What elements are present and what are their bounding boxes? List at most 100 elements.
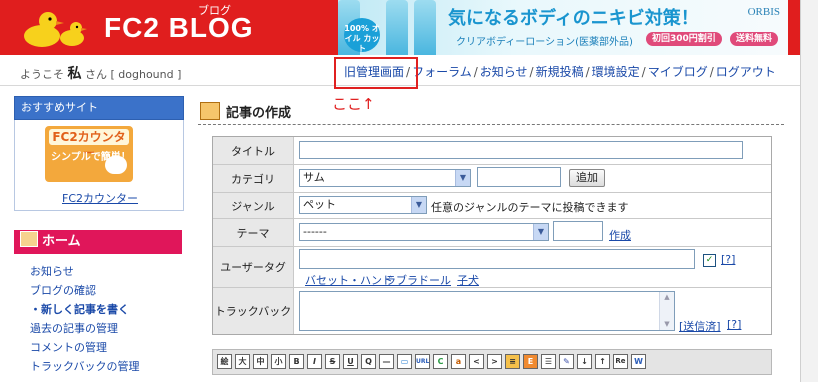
house-icon: [200, 102, 220, 120]
nav-logout[interactable]: ログアウト: [716, 65, 776, 79]
tag-suggestion[interactable]: ラブラドール: [385, 272, 451, 288]
site-header: ブログ FC2 BLOG 100% オイル カット 気になるボディのニキビ対策！…: [0, 0, 800, 55]
home-icon: [20, 231, 38, 247]
usertag-help-link[interactable]: [?]: [721, 253, 735, 266]
strike-icon[interactable]: S: [325, 354, 340, 369]
counter-banner[interactable]: FC2カウンター シンプルで簡単！: [45, 126, 133, 182]
bottle-image: [414, 0, 436, 55]
theme-row: テーマ ------ ▼ 作成: [213, 219, 771, 247]
user-id: [ doghound ]: [110, 68, 182, 81]
title-divider: [198, 124, 784, 125]
edit-icon[interactable]: ✎: [559, 354, 574, 369]
welcome-prefix: ようこそ: [20, 68, 64, 81]
chevron-down-icon: ▼: [411, 197, 426, 213]
align-left-icon[interactable]: <: [469, 354, 484, 369]
genre-note: 任意のジャンルのテーマに投稿できます: [431, 201, 629, 214]
home-title: ホーム: [42, 234, 81, 249]
trackback-label: トラックバック: [213, 288, 294, 334]
category-row: カテゴリ サム ▼ 追加: [213, 165, 771, 193]
theme-input[interactable]: [553, 221, 603, 241]
welcome-message: ようこそ 私 さん [ doghound ]: [20, 63, 181, 83]
font-medium-icon[interactable]: 中: [253, 354, 268, 369]
sidebar-menu: お知らせ ブログの確認 ・新しく記事を書く 過去の記事の管理 コメントの管理 ト…: [30, 262, 139, 376]
sheep-icon: [105, 156, 127, 174]
new-category-input[interactable]: [477, 167, 561, 187]
nav-forum[interactable]: フォーラム: [412, 65, 472, 79]
tag-suggestion[interactable]: バセット・ハンド: [305, 272, 393, 288]
ad-badge: 100% オイル カット: [344, 18, 380, 53]
counter-link[interactable]: FC2カウンター: [62, 190, 138, 206]
ad-brand: ORBIS: [747, 6, 780, 18]
counter-banner-title: FC2カウンター: [49, 129, 129, 160]
chevron-down-icon: ▼: [533, 224, 548, 240]
title-row: タイトル: [213, 137, 771, 165]
sidebar-item-past-articles[interactable]: 過去の記事の管理: [30, 319, 139, 338]
amazon-icon[interactable]: a: [451, 354, 466, 369]
editor-toolbar: 絵 大 中 小 B I S U Q — ▭ URL C a < > ≡ E ☰ …: [212, 349, 772, 375]
category-select[interactable]: サム ▼: [299, 169, 471, 187]
trackback-help-link[interactable]: [?]: [727, 318, 741, 331]
recommend-header: おすすめサイト: [14, 96, 184, 120]
bold-icon[interactable]: B: [289, 354, 304, 369]
usertag-label: ユーザータグ: [213, 247, 294, 287]
site-logo[interactable]: FC2 BLOG: [104, 12, 254, 44]
scrollbar[interactable]: ▲ ▼: [659, 292, 674, 330]
title-input[interactable]: [299, 141, 743, 159]
scroll-up-icon[interactable]: ▲: [662, 293, 672, 302]
trackback-textarea[interactable]: ▲ ▼: [299, 291, 675, 331]
emoji-icon[interactable]: 絵: [217, 354, 232, 369]
title-label: タイトル: [213, 137, 294, 164]
italic-icon[interactable]: I: [307, 354, 322, 369]
category-label: カテゴリ: [213, 165, 294, 192]
font-large-icon[interactable]: 大: [235, 354, 250, 369]
tag-suggestion[interactable]: 子犬: [457, 272, 479, 288]
usertag-row: ユーザータグ ✓ [?] バセット・ハンド ラブラドール 子犬: [213, 247, 771, 288]
horizontal-rule-icon[interactable]: —: [379, 354, 394, 369]
sidebar-item-trackbacks[interactable]: トラックバックの管理: [30, 357, 139, 376]
nav-settings[interactable]: 環境設定: [592, 65, 640, 79]
nav-news[interactable]: お知らせ: [480, 65, 528, 79]
genre-label: ジャンル: [213, 193, 294, 218]
reply-icon[interactable]: Re: [613, 354, 628, 369]
ad-banner[interactable]: 100% オイル カット 気になるボディのニキビ対策！ ORBIS クリアボディ…: [338, 0, 788, 55]
emoticon-e-icon[interactable]: E: [523, 354, 538, 369]
quote-icon[interactable]: Q: [361, 354, 376, 369]
underline-icon[interactable]: U: [343, 354, 358, 369]
wiki-icon[interactable]: W: [631, 354, 646, 369]
ad-pill: 初回300円割引: [646, 32, 722, 46]
url-icon[interactable]: URL: [415, 354, 430, 369]
genre-select[interactable]: ペット ▼: [299, 196, 427, 214]
upload-icon[interactable]: ↑: [595, 354, 610, 369]
table-icon[interactable]: ☰: [541, 354, 556, 369]
article-form: タイトル カテゴリ サム ▼ 追加 ジャンル ペット ▼ 任意のジャンルのテーマに投…: [212, 136, 772, 335]
user-name: 私: [67, 66, 82, 82]
align-right-icon[interactable]: >: [487, 354, 502, 369]
highlight-box: [334, 57, 418, 89]
add-category-button[interactable]: 追加: [569, 169, 605, 187]
usertag-checkbox[interactable]: ✓: [703, 254, 716, 267]
create-theme-link[interactable]: 作成: [609, 227, 631, 243]
page-title-text: 記事の作成: [226, 106, 292, 121]
page-title: 記事の作成: [200, 102, 291, 121]
trackback-row: トラックバック ▲ ▼ [送信済] [?]: [213, 288, 771, 334]
download-icon[interactable]: ↓: [577, 354, 592, 369]
ad-title: 気になるボディのニキビ対策！: [448, 8, 699, 29]
genre-row: ジャンル ペット ▼ 任意のジャンルのテーマに投稿できます: [213, 193, 771, 219]
sidebar-item-view-blog[interactable]: ブログの確認: [30, 281, 139, 300]
ad-subtitle: クリアボディーローション(医薬部外品): [456, 37, 633, 48]
nav-my-blog[interactable]: マイブログ: [648, 65, 708, 79]
chevron-down-icon: ▼: [455, 170, 470, 186]
color-icon[interactable]: C: [433, 354, 448, 369]
usertag-input[interactable]: [299, 249, 695, 269]
home-header: ホーム: [14, 230, 182, 254]
list-icon[interactable]: ≡: [505, 354, 520, 369]
nav-new-post[interactable]: 新規投稿: [536, 65, 584, 79]
font-small-icon[interactable]: 小: [271, 354, 286, 369]
sidebar-item-comments[interactable]: コメントの管理: [30, 338, 139, 357]
theme-select[interactable]: ------ ▼: [299, 223, 549, 241]
sent-trackback-link[interactable]: [送信済]: [679, 318, 721, 334]
scroll-down-icon[interactable]: ▼: [662, 320, 672, 329]
sidebar-item-new-article[interactable]: ・新しく記事を書く: [30, 300, 139, 319]
sidebar-item-news[interactable]: お知らせ: [30, 262, 139, 281]
image-icon[interactable]: ▭: [397, 354, 412, 369]
